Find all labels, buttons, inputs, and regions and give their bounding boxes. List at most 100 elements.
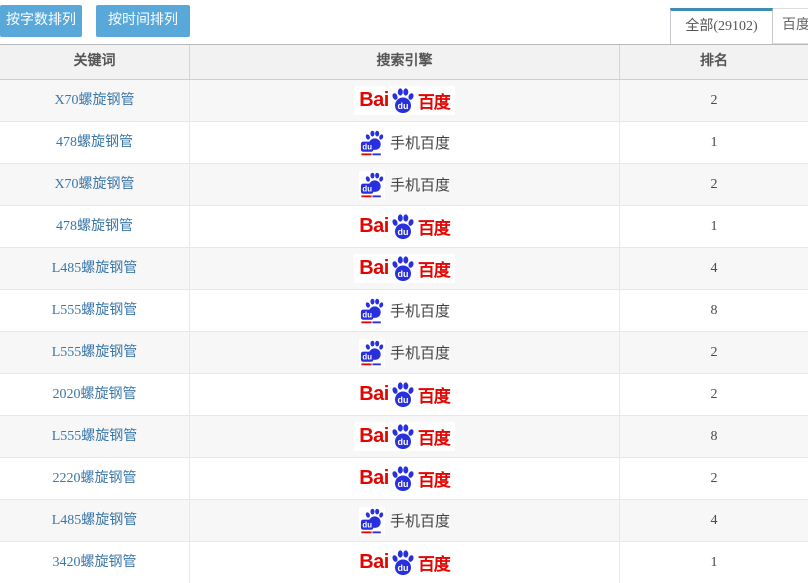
rank-value: 2 [620,374,808,415]
keyword-link[interactable]: 478螺旋钢管 [0,122,190,163]
svg-text:du: du [397,395,408,405]
search-engine-cell: du 手机百度 [190,500,620,541]
table-row: 2220螺旋钢管 Bai du 百度 2 [0,458,808,500]
baidu-logo-text-cn: 百度 [418,88,450,113]
mobile-baidu-icon: du [360,298,384,324]
baidu-logo-text-bai: Bai [359,425,389,448]
baidu-logo: Bai du 百度 [354,380,455,409]
svg-text:du: du [397,563,408,573]
tab-baidu[interactable]: 百度 [772,8,808,44]
table-row: L555螺旋钢管 du 手机百度 2 [0,332,808,374]
table-body: X70螺旋钢管 Bai du 百度 2478螺旋钢管 du [0,80,808,583]
mobile-baidu-label: 手机百度 [390,132,450,153]
table-row: X70螺旋钢管 Bai du 百度 2 [0,80,808,122]
baidu-logo-text-cn: 百度 [418,466,450,491]
baidu-paw-icon: du [390,381,416,408]
keyword-link[interactable]: L555螺旋钢管 [0,290,190,331]
svg-text:du: du [362,520,372,529]
mobile-baidu-icon-box: du [359,129,385,157]
table-row: L555螺旋钢管 du 手机百度 8 [0,290,808,332]
mobile-baidu-icon: du [360,340,384,366]
baidu-logo: Bai du 百度 [354,212,455,241]
rank-value: 2 [620,458,808,499]
keyword-link[interactable]: L485螺旋钢管 [0,500,190,541]
search-engine-cell: Bai du 百度 [190,206,620,247]
sort-by-time-button[interactable]: 按时间排列 [96,5,190,37]
baidu-logo-text-cn: 百度 [418,550,450,575]
table-row: 478螺旋钢管 du 手机百度 1 [0,122,808,164]
baidu-logo: Bai du 百度 [354,464,455,493]
rank-value: 2 [620,332,808,373]
keyword-link[interactable]: 2220螺旋钢管 [0,458,190,499]
search-engine-cell: du 手机百度 [190,290,620,331]
baidu-logo-text-bai: Bai [359,551,389,574]
mobile-baidu-icon-box: du [359,171,385,199]
mobile-baidu-engine: du 手机百度 [359,339,450,367]
tab-all[interactable]: 全部(29102) [670,8,773,44]
svg-text:du: du [362,142,372,151]
baidu-paw-icon: du [390,255,416,282]
table-row: X70螺旋钢管 du 手机百度 2 [0,164,808,206]
table-row: 478螺旋钢管 Bai du 百度 1 [0,206,808,248]
mobile-baidu-icon-box: du [359,297,385,325]
rank-value: 4 [620,500,808,541]
baidu-paw-icon: du [390,213,416,240]
rank-value: 1 [620,122,808,163]
search-engine-cell: du 手机百度 [190,122,620,163]
mobile-baidu-icon: du [360,172,384,198]
baidu-logo-text-cn: 百度 [418,424,450,449]
baidu-logo-text-bai: Bai [359,383,389,406]
baidu-logo-text-bai: Bai [359,467,389,490]
svg-text:du: du [397,227,408,237]
keyword-link[interactable]: 2020螺旋钢管 [0,374,190,415]
baidu-logo: Bai du 百度 [354,422,455,451]
search-engine-cell: du 手机百度 [190,332,620,373]
baidu-logo-text-cn: 百度 [418,214,450,239]
keyword-link[interactable]: X70螺旋钢管 [0,80,190,121]
table-row: L485螺旋钢管 Bai du 百度 4 [0,248,808,290]
mobile-baidu-engine: du 手机百度 [359,297,450,325]
baidu-logo-text-bai: Bai [359,215,389,238]
rank-value: 1 [620,542,808,583]
mobile-baidu-icon: du [360,508,384,534]
svg-text:du: du [397,101,408,111]
svg-text:du: du [397,437,408,447]
svg-text:du: du [397,269,408,279]
baidu-logo: Bai du 百度 [354,548,455,577]
keyword-link[interactable]: L555螺旋钢管 [0,416,190,457]
baidu-paw-icon: du [390,465,416,492]
keyword-link[interactable]: L485螺旋钢管 [0,248,190,289]
rank-value: 2 [620,80,808,121]
svg-text:du: du [362,352,372,361]
rank-value: 8 [620,290,808,331]
mobile-baidu-label: 手机百度 [390,342,450,363]
table-header: 关键词 搜索引擎 排名 [0,44,808,80]
baidu-logo: Bai du 百度 [354,86,455,115]
search-engine-cell: Bai du 百度 [190,248,620,289]
search-engine-cell: Bai du 百度 [190,542,620,583]
baidu-logo-text-bai: Bai [359,89,389,112]
mobile-baidu-icon-box: du [359,339,385,367]
sort-by-words-button[interactable]: 按字数排列 [0,5,82,37]
mobile-baidu-label: 手机百度 [390,300,450,321]
rank-value: 2 [620,164,808,205]
baidu-logo-text-cn: 百度 [418,256,450,281]
keyword-link[interactable]: X70螺旋钢管 [0,164,190,205]
mobile-baidu-label: 手机百度 [390,510,450,531]
baidu-logo-text-cn: 百度 [418,382,450,407]
rank-value: 1 [620,206,808,247]
table-row: L555螺旋钢管 Bai du 百度 8 [0,416,808,458]
baidu-paw-icon: du [390,549,416,576]
search-engine-cell: Bai du 百度 [190,80,620,121]
keyword-link[interactable]: L555螺旋钢管 [0,332,190,373]
mobile-baidu-label: 手机百度 [390,174,450,195]
mobile-baidu-engine: du 手机百度 [359,171,450,199]
header-keyword: 关键词 [0,45,190,79]
mobile-baidu-icon: du [360,130,384,156]
baidu-paw-icon: du [390,87,416,114]
table-row: L485螺旋钢管 du 手机百度 4 [0,500,808,542]
keyword-link[interactable]: 3420螺旋钢管 [0,542,190,583]
baidu-logo-text-bai: Bai [359,257,389,280]
mobile-baidu-engine: du 手机百度 [359,507,450,535]
keyword-link[interactable]: 478螺旋钢管 [0,206,190,247]
